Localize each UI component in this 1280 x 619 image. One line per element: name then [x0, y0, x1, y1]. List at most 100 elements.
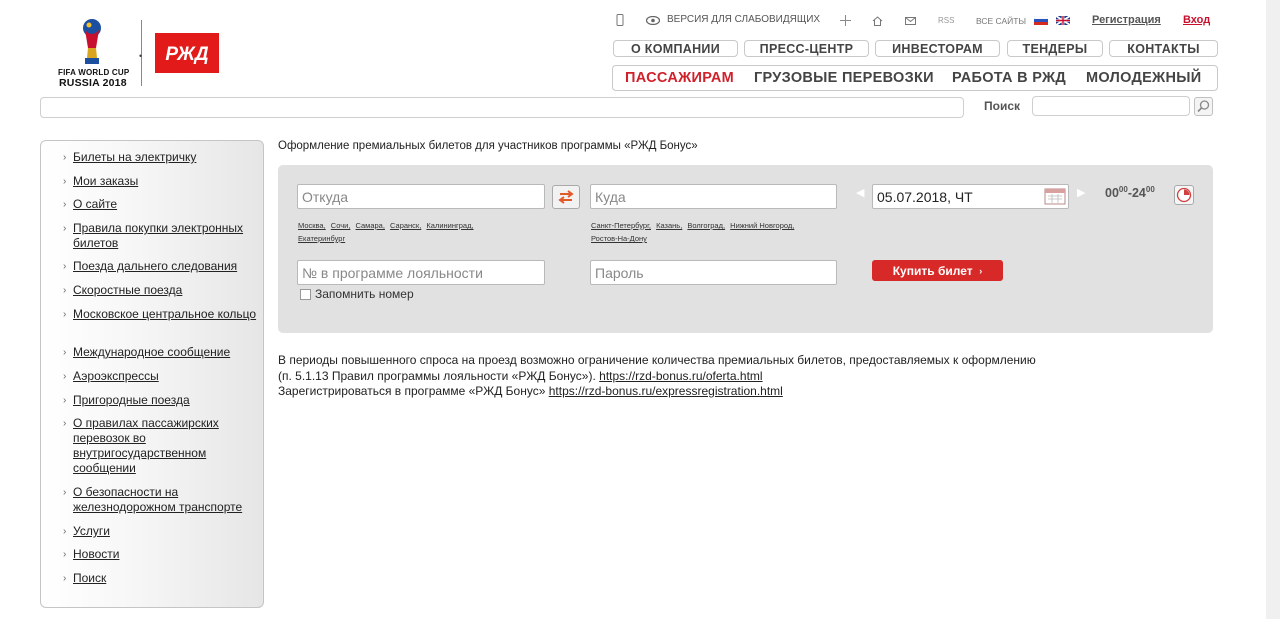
all-sites-link[interactable]: ВСЕ САЙТЫ — [976, 16, 1026, 32]
note-line-1: В периоды повышенного спроса на проезд в… — [278, 353, 1036, 367]
search-label: Поиск — [984, 99, 1021, 113]
time-range[interactable]: 0000-2400 — [1105, 185, 1155, 200]
breadcrumb-bar — [40, 97, 964, 118]
fifa-world-cup-logo: FIFA WORLD CUP RUSSIA 2018 — [58, 18, 133, 90]
arrow-right-icon: › — [63, 371, 67, 382]
mobile-icon[interactable] — [616, 14, 624, 26]
from-city-link[interactable]: Саранск, — [390, 221, 421, 230]
arrow-right-icon: › — [63, 395, 67, 406]
date-input[interactable]: 05.07.2018, ЧТ — [872, 184, 1069, 209]
note-line-3: Зарегистрироваться в программе «РЖД Бону… — [278, 384, 783, 398]
arrow-right-icon: › — [63, 223, 67, 234]
arrow-right-icon: › — [63, 487, 67, 498]
loyalty-number-input[interactable]: № в программе лояльности — [297, 260, 545, 285]
rzd-logo-text: РЖД — [165, 44, 209, 65]
from-city-link[interactable]: Екатеринбург — [298, 234, 345, 243]
to-city-link[interactable]: Волгоград, — [687, 221, 725, 230]
next-date-arrow-icon[interactable]: ▶ — [1077, 186, 1085, 199]
arrow-right-icon: › — [63, 285, 67, 296]
clock-icon — [1176, 187, 1192, 203]
sidebar-item-long-distance[interactable]: › Поезда дальнего следования — [63, 259, 257, 274]
note-line-2: (п. 5.1.13 Правил программы лояльности «… — [278, 369, 763, 383]
from-city-link[interactable]: Калининград, — [426, 221, 473, 230]
sitemap-icon[interactable] — [840, 15, 851, 26]
to-city-link[interactable]: Казань, — [656, 221, 682, 230]
main-nav-youth[interactable]: МОЛОДЕЖНЫЙ — [1086, 70, 1201, 86]
main-nav-jobs[interactable]: РАБОТА В РЖД — [952, 70, 1066, 86]
sidebar-item-news[interactable]: › Новости — [63, 547, 257, 562]
from-city-link[interactable]: Сочи, — [331, 221, 351, 230]
sidebar-item-about-site[interactable]: › О сайте — [63, 197, 257, 212]
sidebar-item-international[interactable]: › Международное сообщение — [63, 345, 257, 360]
arrow-right-icon: › — [63, 573, 67, 584]
from-station-input[interactable]: Откуда — [297, 184, 545, 209]
buy-ticket-button[interactable]: Купить билет › — [872, 260, 1003, 281]
nav-investors[interactable]: ИНВЕСТОРАМ — [875, 40, 1000, 57]
fifa-text-line1: FIFA WORLD CUP — [58, 68, 130, 77]
main-nav: ПАССАЖИРАМ ГРУЗОВЫЕ ПЕРЕВОЗКИ РАБОТА В Р… — [612, 65, 1218, 91]
sidebar-item-services[interactable]: › Услуги — [63, 524, 257, 539]
arrow-right-icon: › — [63, 199, 67, 210]
arrow-right-icon: › — [979, 265, 983, 276]
fifa-text-line2: RUSSIA 2018 — [59, 77, 127, 89]
main-nav-passengers[interactable]: ПАССАЖИРАМ — [625, 70, 734, 86]
sidebar-item-high-speed[interactable]: › Скоростные поезда — [63, 283, 257, 298]
to-popular-cities: Санкт-Петербург, Казань, Волгоград, Нижн… — [591, 219, 806, 245]
oferta-link[interactable]: https://rzd-bonus.ru/oferta.html — [599, 369, 762, 383]
divider-dot: • — [139, 51, 143, 61]
arrow-right-icon: › — [63, 347, 67, 358]
to-station-input[interactable]: Куда — [590, 184, 837, 209]
arrow-right-icon: › — [63, 549, 67, 560]
rss-link[interactable]: RSS — [938, 16, 954, 32]
sidebar-item-my-orders[interactable]: › Мои заказы — [63, 174, 257, 189]
home-icon[interactable] — [872, 16, 883, 26]
password-input[interactable]: Пароль — [590, 260, 837, 285]
sidebar-item-purchase-rules[interactable]: › Правила покупки электронных билетов — [63, 221, 257, 251]
sidebar-item-commuter[interactable]: › Пригородные поезда — [63, 393, 257, 408]
from-city-link[interactable]: Москва, — [298, 221, 326, 230]
swap-arrows-icon — [558, 190, 574, 204]
sidebar-item-safety[interactable]: › О безопасности на железнодорожном транс… — [63, 485, 257, 515]
calendar-icon[interactable] — [1044, 187, 1066, 205]
sidebar-item-aeroexpress[interactable]: › Аэроэкспрессы — [63, 369, 257, 384]
sidebar-item-search[interactable]: › Поиск — [63, 571, 257, 586]
arrow-right-icon: › — [63, 526, 67, 537]
from-city-link[interactable]: Самара, — [356, 221, 385, 230]
swap-stations-button[interactable] — [552, 185, 580, 209]
from-popular-cities: Москва, Сочи, Самара, Саранск, Калинингр… — [298, 219, 528, 245]
remember-number-checkbox[interactable] — [300, 289, 311, 300]
to-city-link[interactable]: Нижний Новгород, — [730, 221, 794, 230]
mail-icon[interactable] — [905, 17, 916, 25]
sidebar-item-mck[interactable]: › Московское центральное кольцо — [63, 307, 257, 322]
arrow-right-icon: › — [63, 309, 67, 320]
arrow-right-icon: › — [63, 418, 67, 429]
time-picker-button[interactable] — [1174, 185, 1194, 205]
eye-icon[interactable] — [646, 16, 660, 25]
remember-number-label: Запомнить номер — [315, 287, 414, 301]
nav-about-company[interactable]: О КОМПАНИИ — [613, 40, 738, 57]
sidebar: › Билеты на электричку › Мои заказы › О сай… — [40, 140, 264, 608]
search-icon — [1197, 100, 1210, 113]
search-button[interactable] — [1194, 97, 1213, 116]
rzd-logo[interactable]: РЖД — [155, 33, 219, 73]
sidebar-item-suburban-tickets[interactable]: › Билеты на электричку — [63, 150, 257, 165]
uk-flag-icon[interactable] — [1056, 16, 1070, 25]
scrollbar[interactable] — [1266, 0, 1280, 619]
login-link[interactable]: Вход — [1183, 14, 1210, 30]
russian-flag-icon[interactable] — [1034, 16, 1048, 25]
nav-press-center[interactable]: ПРЕСС-ЦЕНТР — [744, 40, 869, 57]
nav-contacts[interactable]: КОНТАКТЫ — [1109, 40, 1218, 57]
search-input[interactable] — [1032, 96, 1190, 116]
arrow-right-icon: › — [63, 152, 67, 163]
nav-tenders[interactable]: ТЕНДЕРЫ — [1007, 40, 1103, 57]
sidebar-item-transport-rules[interactable]: › О правилах пассажирских перевозок во вн… — [63, 416, 257, 476]
main-nav-freight[interactable]: ГРУЗОВЫЕ ПЕРЕВОЗКИ — [754, 70, 934, 86]
page-title: Оформление премиальных билетов для участ… — [278, 140, 698, 152]
accessible-version-link[interactable]: ВЕРСИЯ ДЛЯ СЛАБОВИДЯЩИХ — [667, 14, 820, 30]
registration-link[interactable]: https://rzd-bonus.ru/expressregistration… — [549, 384, 783, 398]
to-city-link[interactable]: Санкт-Петербург, — [591, 221, 651, 230]
to-city-link[interactable]: Ростов-На-Дону — [591, 234, 647, 243]
arrow-right-icon: › — [63, 176, 67, 187]
register-link[interactable]: Регистрация — [1092, 14, 1161, 30]
prev-date-arrow-icon[interactable]: ◀ — [856, 186, 864, 199]
